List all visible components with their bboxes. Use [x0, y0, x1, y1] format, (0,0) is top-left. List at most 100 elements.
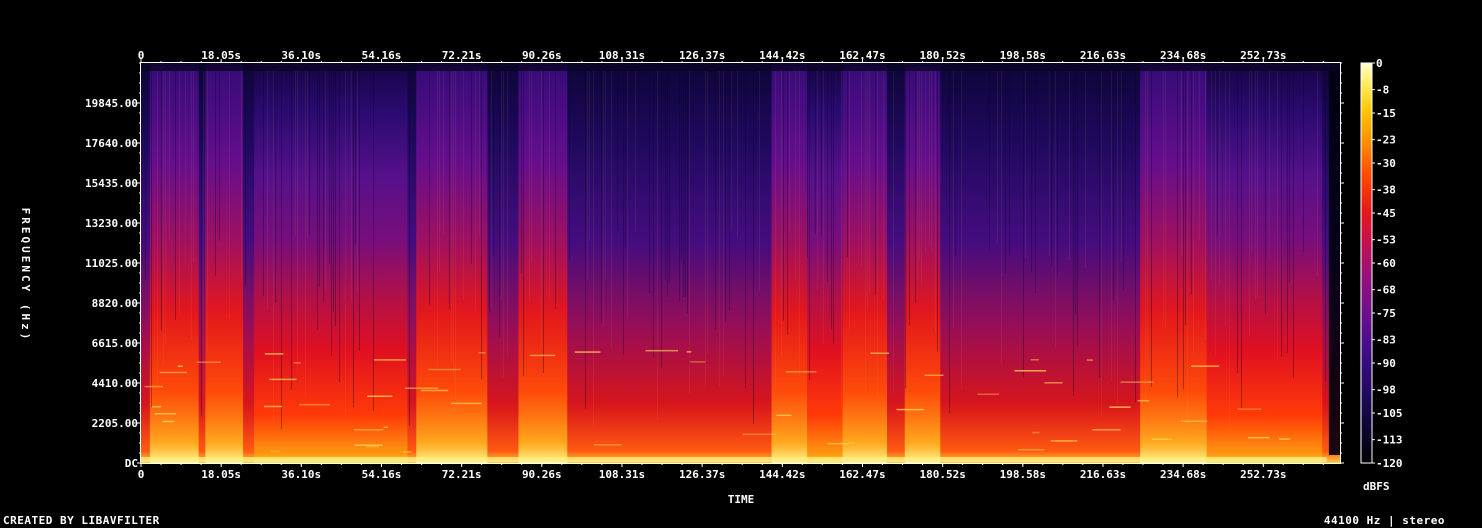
colorbar-tick-label: 0: [1376, 57, 1383, 70]
x-tick-label-bottom: 36.10s: [281, 468, 321, 481]
spectrogram-stripe: [919, 71, 920, 261]
spectrogram-harmonic: [196, 361, 221, 364]
spectrogram-harmonic: [367, 395, 393, 398]
spectrogram-harmonic: [365, 445, 379, 448]
spectrogram-harmonic: [383, 426, 388, 428]
spectrogram-stripe: [1147, 71, 1148, 372]
spectrogram-stripe: [503, 71, 504, 378]
spectrogram-stripe: [587, 71, 588, 281]
y-tick-label: 2205.00: [92, 417, 138, 430]
spectrogram-harmonic: [144, 385, 163, 388]
x-tick-label-top: 90.26s: [522, 49, 562, 62]
spectrogram-stripe: [745, 71, 746, 389]
spectrogram-stripe: [479, 71, 480, 237]
x-tick-label-bottom: 0: [138, 468, 145, 481]
spectrogram-stripe: [827, 71, 828, 282]
spectrogram-stripe: [723, 71, 724, 377]
spectrogram-stripe: [997, 71, 998, 243]
spectrogram-stripe: [623, 71, 624, 355]
spectrogram-harmonic: [270, 450, 280, 453]
x-tick-label-bottom: 144.42s: [759, 468, 805, 481]
spectrogram-stripe: [317, 71, 318, 330]
colorbar-tick-label: -105: [1376, 407, 1403, 420]
spectrogram-stripe: [351, 71, 352, 303]
spectrogram-harmonic: [593, 444, 622, 446]
x-tick-label-bottom: 108.31s: [599, 468, 645, 481]
spectrogram-stripe: [847, 71, 848, 257]
spectrogram-stripe: [507, 71, 508, 357]
spectrogram-stripe: [1241, 71, 1242, 408]
spectrogram-stripe: [775, 71, 776, 391]
spectrogram-stripe: [481, 71, 482, 380]
spectrogram-stripe: [521, 71, 522, 274]
spectrogram-stripe: [273, 71, 274, 423]
spectrogram-stripe: [325, 71, 326, 291]
spectrogram-stripe: [323, 71, 324, 303]
spectrogram-stripe: [689, 71, 690, 395]
spectrogram-stripe: [443, 71, 444, 236]
x-axis-label: TIME: [728, 493, 755, 506]
spectrogram-band: [1140, 63, 1207, 463]
spectrogram-harmonic: [785, 371, 817, 373]
x-tick-label-top: 198.58s: [1000, 49, 1046, 62]
spectrogram-stripe: [861, 71, 862, 267]
spectrogram-harmonic: [1030, 358, 1040, 361]
spectrogram-stripe: [705, 71, 706, 388]
spectrogram-stripe: [455, 71, 456, 413]
spectrogram-stripe: [1281, 71, 1282, 357]
spectrogram-stripe: [725, 71, 726, 322]
spectrogram-stripe: [1225, 71, 1226, 327]
spectrogram-stripe: [241, 71, 242, 279]
spectrogram-stripe: [543, 71, 544, 373]
y-tick-label: 4410.00: [92, 377, 138, 390]
spectrogram-stripe: [1069, 71, 1070, 261]
spectrogram-stripe: [937, 71, 938, 352]
spectrogram-stripe: [833, 71, 834, 344]
spectrogram-stripe: [1193, 71, 1194, 355]
spectrogram-stripe: [1187, 71, 1188, 422]
colorbar-tick-label: -8: [1376, 84, 1389, 97]
spectrogram-stripe: [865, 71, 866, 391]
spectrogram-harmonic: [1120, 381, 1154, 383]
y-tick-label: 6615.00: [92, 337, 138, 350]
spectrogram-stripe: [331, 71, 332, 356]
spectrogram-stripe: [1077, 71, 1078, 347]
spectrogram-stripe: [841, 71, 842, 408]
spectrogram-stripe: [373, 71, 374, 411]
spectrogram-stripe: [1325, 71, 1326, 382]
spectrogram-harmonic: [428, 368, 461, 371]
x-tick-label-top: 36.10s: [281, 49, 321, 62]
spectrogram-stripe: [1085, 71, 1086, 269]
spectrogram-harmonic: [1151, 438, 1172, 440]
spectrogram-harmonic: [177, 365, 183, 368]
spectrogram-stripe: [1165, 71, 1166, 329]
spectrogram-stripe: [305, 71, 306, 398]
spectrogram-stripe: [163, 71, 164, 366]
spectrogram-stripe: [849, 71, 850, 333]
spectrogram-stripe: [1075, 71, 1076, 315]
spectrogram-stripe: [297, 71, 298, 373]
spectrogram-stripe: [541, 71, 542, 349]
x-tick-label-bottom: 54.16s: [362, 468, 402, 481]
spectrogram-harmonic: [354, 429, 384, 431]
spectrogram-stripe: [1237, 71, 1238, 374]
spectrogram-stripe: [451, 71, 452, 363]
spectrogram-stripe: [635, 71, 636, 232]
spectrogram-harmonic: [1190, 365, 1220, 367]
spectrogram-harmonic: [1180, 420, 1208, 422]
spectrogram-harmonic: [1050, 440, 1078, 442]
spectrogram-stripe: [915, 71, 916, 304]
spectrogram-stripe: [307, 71, 308, 239]
spectrogram-harmonic: [1237, 408, 1262, 410]
spectrogram-stripe: [935, 71, 936, 334]
spectrogram-harmonic: [530, 354, 556, 357]
spectrogram-band: [1286, 63, 1323, 463]
spectrogram-stripe: [593, 71, 594, 427]
spectrogram-stripe: [1123, 71, 1124, 291]
spectrogram-stripe: [921, 71, 922, 287]
x-tick-label-bottom: 252.73s: [1240, 468, 1286, 481]
spectrogram-stripe: [1135, 71, 1136, 403]
spectrogram-stripe: [657, 71, 658, 421]
footer-format: 44100 Hz | stereo: [1323, 514, 1445, 527]
spectrogram-stripe: [531, 71, 532, 263]
